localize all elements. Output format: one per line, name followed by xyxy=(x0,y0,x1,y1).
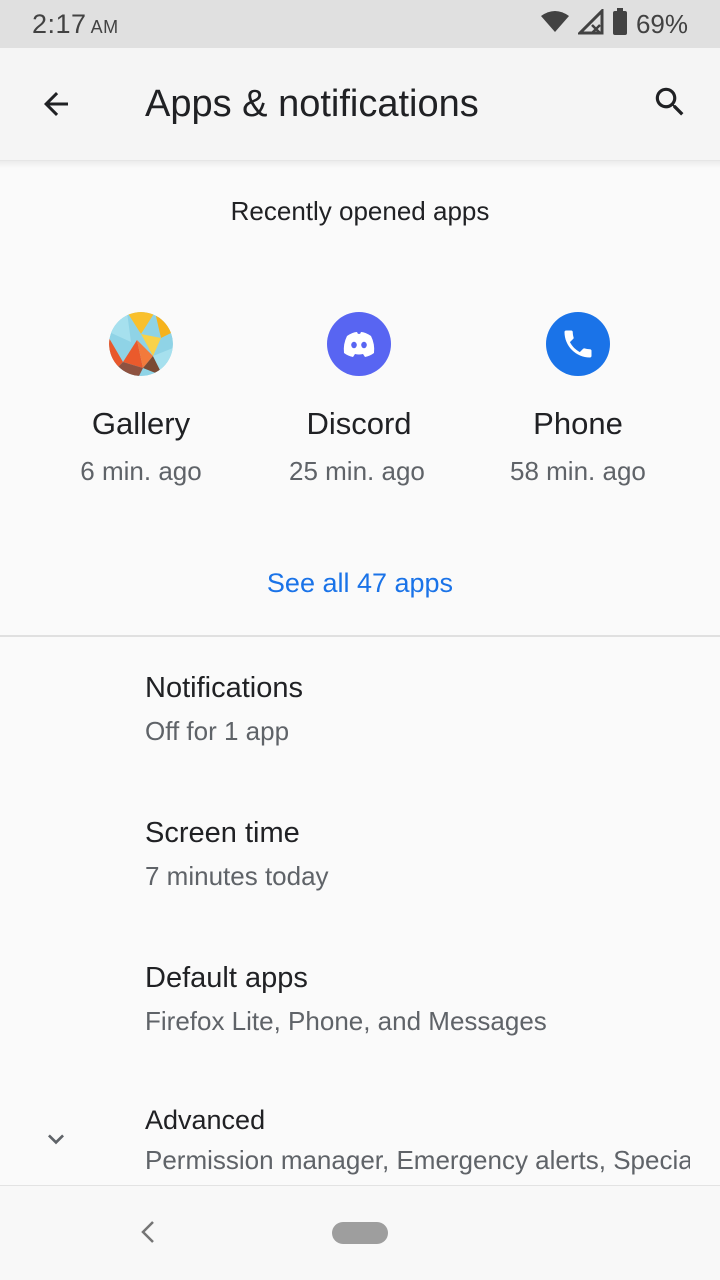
list-item-title: Screen time xyxy=(145,817,300,849)
phone-icon xyxy=(546,312,610,376)
recent-app-time: 58 min. ago xyxy=(510,456,646,486)
nav-home-pill[interactable] xyxy=(332,1222,388,1244)
page-title: Apps & notifications xyxy=(145,82,479,125)
recent-app-name: Gallery xyxy=(91,406,191,441)
recent-apps-header: Recently opened apps xyxy=(230,196,490,226)
signal-icon xyxy=(576,6,604,40)
nav-back-button[interactable] xyxy=(132,1218,164,1250)
nav-back-icon xyxy=(138,1219,158,1250)
recent-app-time: 6 min. ago xyxy=(80,456,202,486)
discord-icon xyxy=(327,312,391,376)
wifi-icon xyxy=(540,10,570,39)
recent-app-name: Phone xyxy=(533,406,623,441)
list-item-summary: Permission manager, Emergency alerts, Sp… xyxy=(145,1145,690,1175)
list-item-notifications[interactable]: Notifications Off for 1 app xyxy=(0,660,720,805)
battery-icon xyxy=(612,7,628,41)
chevron-down-icon xyxy=(36,1119,76,1159)
list-item-title: Advanced xyxy=(145,1105,266,1135)
section-divider xyxy=(0,635,720,637)
recent-apps-row: Gallery 6 min. ago Discord 25 min. ago P… xyxy=(0,312,720,502)
list-item-default-apps[interactable]: Default apps Firefox Lite, Phone, and Me… xyxy=(0,950,720,1095)
recent-app-time: 25 min. ago xyxy=(289,456,425,486)
status-icons: 69% xyxy=(540,6,688,41)
app-bar: Apps & notifications xyxy=(0,48,720,160)
system-nav-bar xyxy=(0,1185,720,1280)
back-button[interactable] xyxy=(28,78,84,134)
battery-percent: 69% xyxy=(635,8,688,39)
list-item-advanced[interactable]: Advanced Permission manager, Emergency a… xyxy=(0,1095,720,1185)
status-meridiem: AM xyxy=(90,16,119,37)
screen: 2:17 AM 69% Apps & notifications Recentl… xyxy=(0,0,720,1280)
list-item-summary: Off for 1 app xyxy=(145,716,290,746)
recent-app-gallery[interactable]: Gallery 6 min. ago xyxy=(31,312,251,487)
list-item-title: Notifications xyxy=(145,672,303,704)
status-time-value: 2:17 xyxy=(32,8,87,39)
see-all-apps-button[interactable]: See all 47 apps xyxy=(0,568,720,599)
search-icon xyxy=(651,83,689,126)
gallery-icon xyxy=(109,312,173,376)
recent-app-phone[interactable]: Phone 58 min. ago xyxy=(468,312,688,487)
list-item-title: Default apps xyxy=(145,962,308,994)
status-bar: 2:17 AM 69% xyxy=(0,0,720,48)
recent-app-name: Discord xyxy=(306,406,412,441)
recent-app-discord[interactable]: Discord 25 min. ago xyxy=(249,312,469,487)
app-bar-divider xyxy=(0,160,720,168)
list-item-screen-time[interactable]: Screen time 7 minutes today xyxy=(0,805,720,950)
search-button[interactable] xyxy=(642,76,698,132)
list-item-summary: Firefox Lite, Phone, and Messages xyxy=(145,1006,547,1036)
arrow-back-icon xyxy=(38,86,74,127)
list-item-summary: 7 minutes today xyxy=(145,861,329,891)
status-time: 2:17 AM xyxy=(32,9,119,40)
